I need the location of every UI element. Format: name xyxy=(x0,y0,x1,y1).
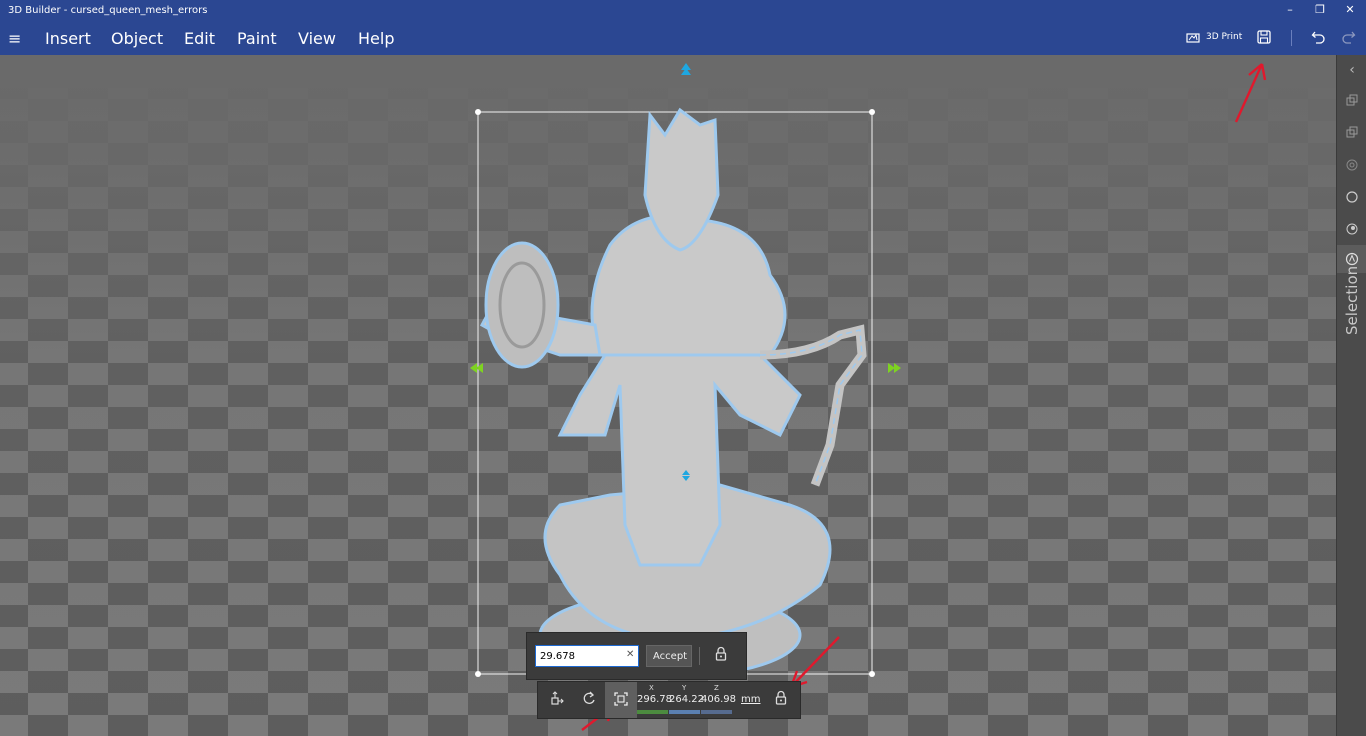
y-axis-label: Y xyxy=(682,684,687,692)
duplicate-icon[interactable] xyxy=(1345,94,1359,108)
x-axis-bar xyxy=(637,710,668,714)
menu-paint[interactable]: Paint xyxy=(237,29,277,48)
right-sidebar: ‹ Selection xyxy=(1336,55,1366,736)
clear-input-icon[interactable]: ✕ xyxy=(626,649,634,660)
undo-icon[interactable] xyxy=(1311,30,1326,44)
selection-icon xyxy=(1345,252,1359,266)
settings-icon[interactable] xyxy=(1345,222,1359,236)
accept-button[interactable]: Accept xyxy=(646,645,692,667)
lock-icon[interactable] xyxy=(715,646,727,661)
collapse-sidebar-icon[interactable]: ‹ xyxy=(1337,62,1366,78)
resize-handle[interactable] xyxy=(869,671,875,677)
z-dimension-value[interactable]: 406.98 xyxy=(701,694,736,705)
hamburger-menu-icon[interactable]: ≡ xyxy=(8,29,21,48)
resize-handle[interactable] xyxy=(475,109,481,115)
scale-tool-button[interactable] xyxy=(605,682,637,718)
resize-handle[interactable] xyxy=(475,671,481,677)
unit-selector[interactable]: mm xyxy=(741,694,760,705)
paint-icon[interactable] xyxy=(1345,158,1359,172)
scale-tool-icon xyxy=(614,692,628,706)
x-axis-label: X xyxy=(649,684,654,692)
z-axis-bar xyxy=(701,710,732,714)
3d-print-label: 3D Print xyxy=(1206,32,1243,42)
object-toolbar: X 296.78 Y 264.22 Z 406.98 mm xyxy=(537,681,801,719)
menu-bar: ≡ Insert Object Edit Paint View Help 3D … xyxy=(0,22,1366,55)
z-axis-label: Z xyxy=(714,684,719,692)
rotate-tool-icon[interactable] xyxy=(582,690,596,706)
close-button[interactable]: ✕ xyxy=(1340,3,1360,16)
y-dimension-value[interactable]: 264.22 xyxy=(669,694,704,705)
3d-print-button[interactable]: 3D Print xyxy=(1186,29,1242,45)
menu-edit[interactable]: Edit xyxy=(184,29,215,48)
selection-label: Selection xyxy=(1343,265,1361,335)
printer-icon xyxy=(1186,33,1200,43)
menu-view[interactable]: View xyxy=(298,29,336,48)
restore-button[interactable]: ❐ xyxy=(1310,3,1330,16)
resize-handle[interactable] xyxy=(869,109,875,115)
menu-object[interactable]: Object xyxy=(111,29,163,48)
y-axis-bar xyxy=(669,710,700,714)
window-title: 3D Builder - cursed_queen_mesh_errors xyxy=(8,5,208,16)
scale-value-input[interactable] xyxy=(535,645,639,667)
toolbar-divider xyxy=(1291,30,1292,46)
menu-help[interactable]: Help xyxy=(358,29,394,48)
lock-proportions-icon[interactable] xyxy=(775,690,787,705)
title-bar: 3D Builder - cursed_queen_mesh_errors – … xyxy=(0,0,1366,22)
redo-icon[interactable] xyxy=(1341,30,1356,44)
x-dimension-value[interactable]: 296.78 xyxy=(637,694,672,705)
move-tool-icon[interactable] xyxy=(550,690,564,706)
minimize-button[interactable]: – xyxy=(1280,3,1300,16)
panel-divider xyxy=(699,647,700,665)
menu-insert[interactable]: Insert xyxy=(45,29,91,48)
copy-icon[interactable] xyxy=(1345,126,1359,140)
circle-select-icon[interactable] xyxy=(1345,190,1359,204)
save-icon[interactable] xyxy=(1257,30,1271,44)
scale-panel: ✕ Accept xyxy=(526,632,747,680)
